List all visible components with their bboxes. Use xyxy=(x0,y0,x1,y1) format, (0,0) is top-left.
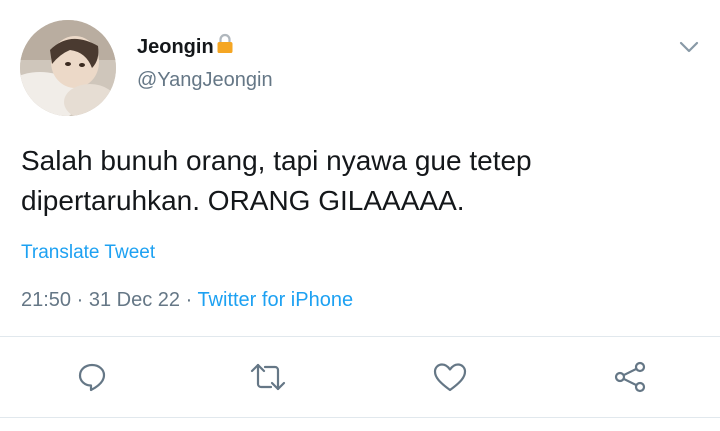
chevron-down-icon[interactable] xyxy=(672,30,706,64)
like-button[interactable] xyxy=(428,355,472,399)
translate-tweet-link[interactable]: Translate Tweet xyxy=(21,242,155,264)
reply-icon xyxy=(78,363,106,392)
heart-icon xyxy=(433,363,467,392)
display-name[interactable]: Jeongin xyxy=(137,33,234,61)
share-icon xyxy=(614,361,646,393)
tweet-source-link[interactable]: Twitter for iPhone xyxy=(197,289,353,311)
retweet-button[interactable] xyxy=(246,355,290,399)
meta-separator: · xyxy=(71,289,89,311)
divider xyxy=(0,417,720,418)
avatar-image xyxy=(20,20,116,116)
share-button[interactable] xyxy=(608,355,652,399)
meta-separator: · xyxy=(180,289,198,311)
divider xyxy=(0,336,720,337)
tweet-meta: 21:50 · 31 Dec 22 · Twitter for iPhone xyxy=(21,289,353,312)
reply-button[interactable] xyxy=(70,355,114,399)
retweet-icon xyxy=(250,363,286,391)
user-handle[interactable]: @YangJeongin xyxy=(137,69,273,92)
tweet-text: Salah bunuh orang, tapi nyawa gue tetep … xyxy=(21,145,532,216)
tweet-date: 31 Dec 22 xyxy=(88,289,181,311)
avatar[interactable] xyxy=(20,20,116,116)
display-name-text: Jeongin xyxy=(137,35,214,58)
tweet-time: 21:50 xyxy=(21,289,72,311)
lock-icon xyxy=(216,33,234,61)
